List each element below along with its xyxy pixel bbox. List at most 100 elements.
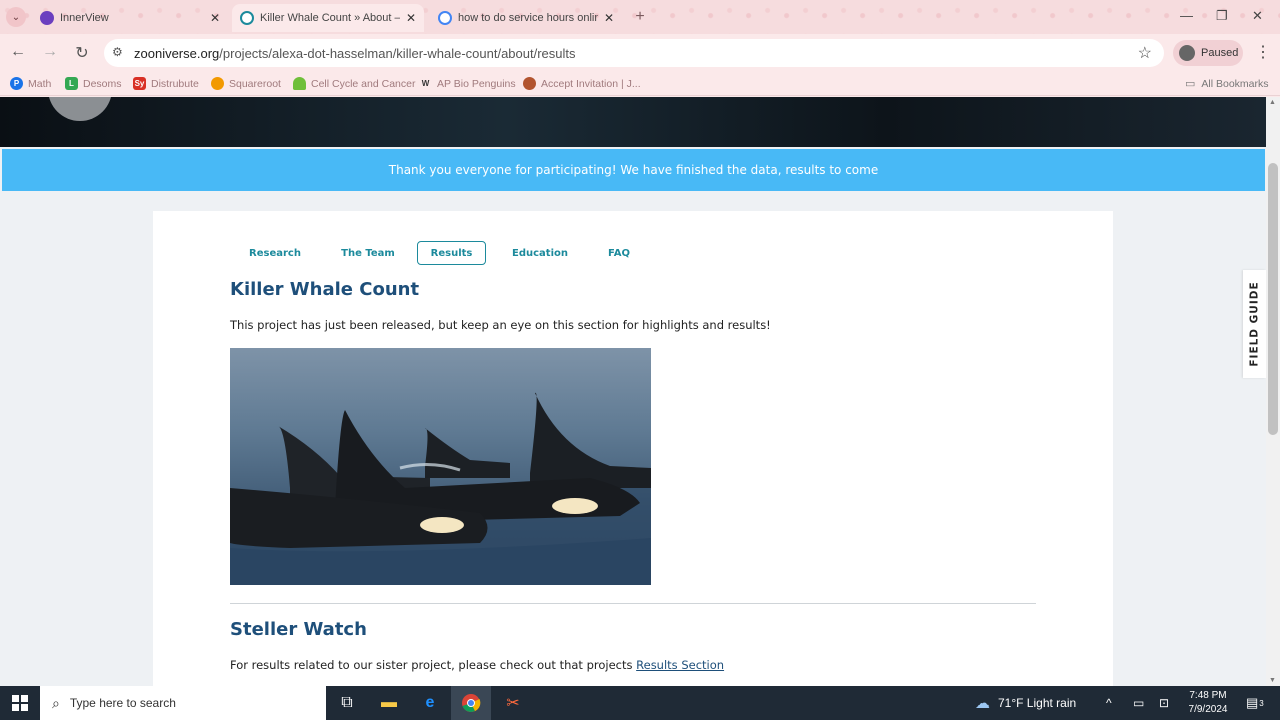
url-text[interactable]: zooniverse.org/projects/alexa-dot-hassel… — [134, 46, 576, 61]
page-scrollbar[interactable]: ▲ ▼ — [1266, 97, 1280, 686]
bookmark-star-icon[interactable]: ☆ — [1138, 43, 1152, 63]
profile-button[interactable]: Paused — [1173, 40, 1243, 66]
section-divider — [230, 603, 1036, 604]
bookmark-math[interactable]: P Math — [10, 77, 51, 90]
file-explorer-icon[interactable]: ▬ — [369, 686, 409, 720]
tab-strip: ⌄ InnerView ✕ Killer Whale Count » About… — [0, 0, 1280, 34]
bookmark-squareroot[interactable]: Squareroot — [211, 77, 281, 90]
restore-icon[interactable]: ❐ — [1216, 8, 1228, 24]
bookmark-cell-cycle[interactable]: Cell Cycle and Cancer — [293, 77, 415, 90]
search-placeholder: Type here to search — [69, 696, 176, 710]
scrollbar-thumb[interactable] — [1268, 163, 1278, 435]
clock-date: 7/9/2024 — [1188, 704, 1228, 715]
tab-title: Killer Whale Count » About — Z — [260, 12, 400, 24]
windows-taskbar: ⌕ Type here to search ⧉ ▬ e ✂ ☁ 71°F Lig… — [0, 686, 1280, 720]
rain-cloud-icon: ☁ — [975, 695, 990, 712]
reload-icon[interactable]: ↻ — [72, 43, 92, 63]
url-path: /projects/alexa-dot-hasselman/killer-wha… — [219, 46, 576, 61]
notification-count: 3 — [1259, 698, 1264, 708]
bookmark-label: Distrubute — [151, 77, 199, 90]
tab-title: how to do service hours online — [458, 12, 598, 24]
project-hero-image — [0, 97, 1266, 147]
weather-widget[interactable]: ☁ 71°F Light rain — [975, 686, 1076, 720]
bookmark-label: AP Bio Penguins — [437, 77, 516, 90]
bookmark-label: Desoms — [83, 77, 122, 90]
address-bar[interactable]: ⚙ zooniverse.org/projects/alexa-dot-hass… — [104, 39, 1164, 67]
new-tab-button[interactable]: + — [630, 8, 650, 28]
bookmark-label: Accept Invitation | J... — [541, 77, 641, 90]
orca-illustration — [230, 392, 651, 585]
back-icon[interactable]: ← — [8, 43, 28, 61]
site-info-icon[interactable]: ⚙ — [112, 45, 123, 59]
bookmark-ap-bio[interactable]: W AP Bio Penguins — [419, 77, 516, 90]
bookmark-label: Cell Cycle and Cancer — [311, 77, 416, 90]
url-host: zooniverse.org — [134, 46, 220, 61]
bookmark-desoms[interactable]: L Desoms — [65, 77, 122, 90]
tab-innerview[interactable]: InnerView ✕ — [32, 4, 228, 32]
bookmark-distrubute[interactable]: Sy Distrubute — [133, 77, 199, 90]
subnav-the-team[interactable]: The Team — [323, 241, 413, 265]
taskbar-clock[interactable]: 7:48 PM 7/9/2024 — [1180, 689, 1236, 717]
all-bookmarks[interactable]: ▭ All Bookmarks — [1185, 77, 1269, 91]
subnav-results[interactable]: Results — [417, 241, 486, 265]
tab-killer-whale[interactable]: Killer Whale Count » About — Z ✕ — [232, 4, 424, 32]
subnav-research[interactable]: Research — [227, 241, 323, 265]
forward-icon[interactable]: → — [40, 43, 60, 61]
section-title-killer-whale: Killer Whale Count — [230, 279, 420, 300]
notifications-icon[interactable]: ▤ 3 — [1246, 686, 1264, 720]
steller-text: For results related to our sister projec… — [230, 658, 633, 672]
project-avatar — [48, 97, 112, 121]
tab-search-button[interactable]: ⌄ — [6, 7, 26, 27]
innerview-favicon-icon — [40, 11, 54, 25]
window-close-icon[interactable]: ✕ — [1252, 8, 1263, 24]
windows-start-button[interactable] — [0, 686, 40, 720]
close-icon[interactable]: ✕ — [604, 11, 614, 25]
menu-icon[interactable]: ⋮ — [1255, 42, 1271, 62]
scroll-down-icon[interactable]: ▼ — [1269, 677, 1276, 684]
minimize-icon[interactable]: — — [1180, 8, 1193, 23]
show-hidden-icons[interactable]: ^ — [1106, 686, 1112, 720]
battery-icon[interactable]: ▭ — [1133, 686, 1144, 720]
avatar — [1179, 45, 1195, 61]
subnav-faq[interactable]: FAQ — [589, 241, 649, 265]
folder-icon: ▭ — [1185, 78, 1196, 90]
orca-photo — [230, 348, 651, 585]
tab-title: InnerView — [60, 12, 109, 24]
profile-status: Paused — [1201, 47, 1239, 59]
ap-bio-favicon-icon: W — [419, 77, 432, 90]
zooniverse-favicon-icon — [240, 11, 254, 25]
field-guide-label: FIELD GUIDE — [1248, 281, 1261, 367]
squareroot-favicon-icon — [211, 77, 224, 90]
snipping-tool-icon[interactable]: ✂ — [493, 686, 533, 720]
browser-toolbar: ← → ↻ ⚙ zooniverse.org/projects/alexa-do… — [0, 34, 1280, 72]
bookmark-label: Squareroot — [229, 77, 281, 90]
subnav-education[interactable]: Education — [497, 241, 583, 265]
scroll-up-icon[interactable]: ▲ — [1269, 99, 1276, 106]
accept-invitation-favicon-icon — [523, 77, 536, 90]
windows-logo-icon — [12, 695, 28, 711]
results-section-link[interactable]: Results Section — [636, 658, 724, 672]
all-bookmarks-label: All Bookmarks — [1201, 77, 1269, 90]
taskbar-search-input[interactable]: ⌕ Type here to search — [40, 686, 326, 720]
close-icon[interactable]: ✕ — [210, 11, 220, 25]
close-icon[interactable]: ✕ — [406, 11, 416, 25]
section-text-steller-watch: For results related to our sister projec… — [230, 658, 724, 672]
weather-text: 71°F Light rain — [998, 696, 1077, 710]
field-guide-tab[interactable]: FIELD GUIDE — [1243, 270, 1266, 378]
desoms-favicon-icon: L — [65, 77, 78, 90]
distrubute-favicon-icon: Sy — [133, 77, 146, 90]
network-icon[interactable]: ⊡ — [1159, 686, 1169, 720]
about-card: Research The Team Results Education FAQ … — [153, 211, 1113, 686]
tab-google-search[interactable]: how to do service hours online ✕ — [430, 4, 622, 32]
banner-text: Thank you everyone for participating! We… — [388, 163, 879, 177]
section-title-steller-watch: Steller Watch — [230, 619, 367, 640]
announcement-banner: Thank you everyone for participating! We… — [2, 149, 1265, 191]
task-view-icon[interactable]: ⧉ — [327, 686, 367, 720]
edge-icon[interactable]: e — [410, 686, 450, 720]
bookmark-accept-invitation[interactable]: Accept Invitation | J... — [523, 77, 641, 90]
chrome-logo-icon — [462, 694, 481, 712]
page-viewport: Thank you everyone for participating! We… — [0, 97, 1266, 686]
chrome-icon[interactable] — [451, 686, 491, 720]
cell-cycle-favicon-icon — [293, 77, 306, 90]
clock-time: 7:48 PM — [1189, 690, 1227, 701]
